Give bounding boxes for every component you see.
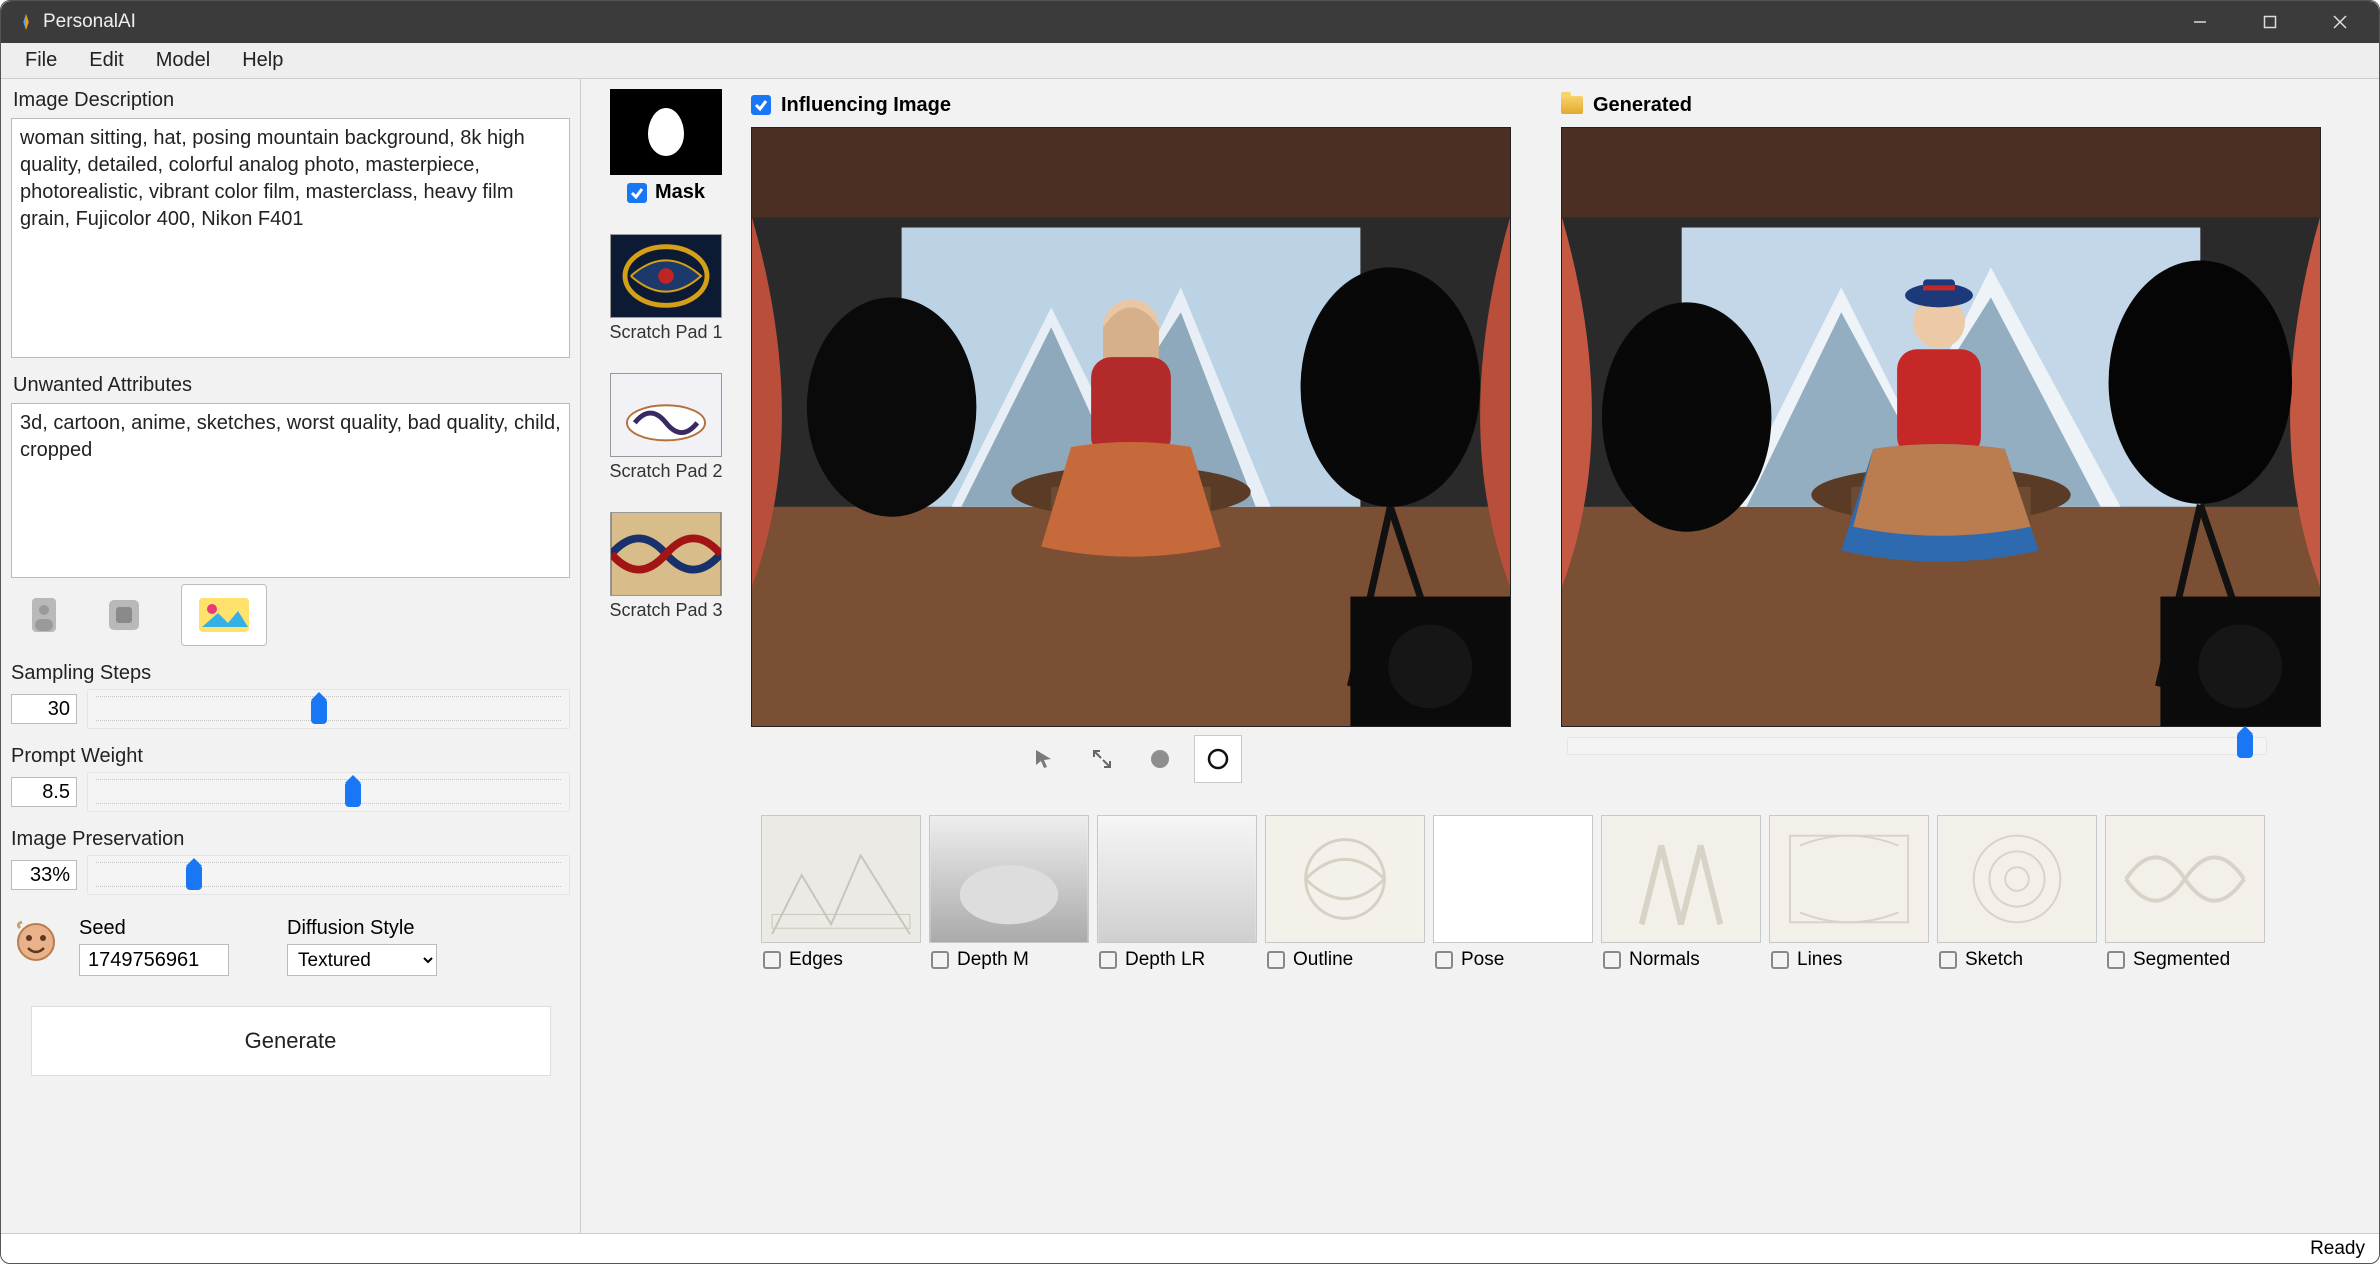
- strip-pose-label: Pose: [1461, 949, 1504, 971]
- seed-input[interactable]: [79, 944, 229, 976]
- scratch-pad-2-thumb[interactable]: [610, 373, 722, 457]
- image-description-label: Image Description: [11, 83, 570, 118]
- prompt-weight-thumb[interactable]: [345, 783, 361, 807]
- scratch-pad-2-label: Scratch Pad 2: [609, 461, 722, 482]
- menu-edit[interactable]: Edit: [73, 43, 139, 78]
- strip-lines-label: Lines: [1797, 949, 1842, 971]
- strip-segmented-checkbox[interactable]: [2107, 951, 2125, 969]
- image-preservation-value[interactable]: [11, 860, 77, 890]
- main-panel: Mask Scratch Pad 1 Scratch Pad 2: [581, 79, 2379, 1233]
- unwanted-attributes-label: Unwanted Attributes: [11, 368, 570, 403]
- generated-image[interactable]: [1561, 127, 2321, 727]
- influencing-tool-row: [751, 735, 1511, 783]
- scratch-pad-3-label: Scratch Pad 3: [609, 600, 722, 621]
- image-description-input[interactable]: woman sitting, hat, posing mountain back…: [11, 118, 570, 358]
- strip-lines-checkbox[interactable]: [1771, 951, 1789, 969]
- generated-variation-slider[interactable]: [1567, 737, 2267, 755]
- left-panel: Image Description woman sitting, hat, po…: [1, 79, 581, 1233]
- generated-label: Generated: [1593, 94, 1692, 117]
- sampling-steps-thumb[interactable]: [311, 700, 327, 724]
- seed-label: Seed: [79, 917, 229, 940]
- strip-outline-thumb[interactable]: [1265, 815, 1425, 943]
- mode-square-button[interactable]: [101, 592, 147, 638]
- mode-row: [11, 578, 570, 656]
- tool-filled-circle[interactable]: [1136, 735, 1184, 783]
- menu-model[interactable]: Model: [140, 43, 226, 78]
- strip-lines-thumb[interactable]: [1769, 815, 1929, 943]
- tool-resize[interactable]: [1078, 735, 1126, 783]
- strip-outline-label: Outline: [1293, 949, 1353, 971]
- influencing-image-label: Influencing Image: [781, 94, 951, 117]
- image-preservation-thumb[interactable]: [186, 866, 202, 890]
- app-icon: [17, 13, 35, 31]
- generated-folder-icon[interactable]: [1561, 96, 1583, 114]
- strip-pose-thumb[interactable]: [1433, 815, 1593, 943]
- mask-checkbox[interactable]: [627, 183, 647, 203]
- influencing-image[interactable]: [751, 127, 1511, 727]
- strip-edges-label: Edges: [789, 949, 843, 971]
- maximize-button[interactable]: [2235, 1, 2305, 43]
- close-button[interactable]: [2305, 1, 2375, 43]
- strip-pose-checkbox[interactable]: [1435, 951, 1453, 969]
- mask-label: Mask: [655, 181, 705, 204]
- app-title: PersonalAI: [43, 11, 136, 33]
- strip-depthm-checkbox[interactable]: [931, 951, 949, 969]
- sampling-steps-value[interactable]: [11, 694, 77, 724]
- diffusion-style-label: Diffusion Style: [287, 917, 437, 940]
- strip-segmented-label: Segmented: [2133, 949, 2230, 971]
- scratch-pad-1-thumb[interactable]: [610, 234, 722, 318]
- titlebar: PersonalAI: [1, 1, 2379, 43]
- menu-help[interactable]: Help: [226, 43, 299, 78]
- image-preservation-label: Image Preservation: [11, 828, 570, 851]
- prompt-weight-slider[interactable]: [87, 772, 570, 812]
- strip-depthm-label: Depth M: [957, 949, 1029, 971]
- strip-edges-checkbox[interactable]: [763, 951, 781, 969]
- strip-depthm-thumb[interactable]: [929, 815, 1089, 943]
- generate-button[interactable]: Generate: [31, 1006, 551, 1076]
- sampling-steps-label: Sampling Steps: [11, 662, 570, 685]
- scratch-pad-1-label: Scratch Pad 1: [609, 322, 722, 343]
- scratch-pad-3-thumb[interactable]: [610, 512, 722, 596]
- strip-normals-thumb[interactable]: [1601, 815, 1761, 943]
- strip-sketch-checkbox[interactable]: [1939, 951, 1957, 969]
- strip-depthlr-thumb[interactable]: [1097, 815, 1257, 943]
- prompt-weight-value[interactable]: [11, 777, 77, 807]
- unwanted-attributes-input[interactable]: 3d, cartoon, anime, sketches, worst qual…: [11, 403, 570, 578]
- prompt-weight-label: Prompt Weight: [11, 745, 570, 768]
- app-window: PersonalAI File Edit Model Help Image De…: [0, 0, 2380, 1264]
- sidebar-thumbs: Mask Scratch Pad 1 Scratch Pad 2: [601, 89, 731, 783]
- menu-file[interactable]: File: [9, 43, 73, 78]
- strip-outline-checkbox[interactable]: [1267, 951, 1285, 969]
- mode-landscape-button[interactable]: [181, 584, 267, 646]
- status-text: Ready: [2310, 1238, 2365, 1260]
- control-strip: Edges Depth M Depth LR Outline Pose: [761, 815, 2359, 971]
- image-preservation-slider[interactable]: [87, 855, 570, 895]
- menubar: File Edit Model Help: [1, 43, 2379, 79]
- sampling-steps-slider[interactable]: [87, 689, 570, 729]
- strip-depthlr-checkbox[interactable]: [1099, 951, 1117, 969]
- statusbar: Ready: [1, 1233, 2379, 1263]
- strip-normals-checkbox[interactable]: [1603, 951, 1621, 969]
- strip-sketch-label: Sketch: [1965, 949, 2023, 971]
- strip-sketch-thumb[interactable]: [1937, 815, 2097, 943]
- diffusion-style-select[interactable]: Textured: [287, 944, 437, 976]
- strip-depthlr-label: Depth LR: [1125, 949, 1205, 971]
- mode-portrait-button[interactable]: [21, 592, 67, 638]
- minimize-button[interactable]: [2165, 1, 2235, 43]
- randomize-seed-button[interactable]: [11, 917, 61, 967]
- strip-edges-thumb[interactable]: [761, 815, 921, 943]
- mask-thumbnail[interactable]: [610, 89, 722, 175]
- strip-normals-label: Normals: [1629, 949, 1700, 971]
- generated-variation-thumb[interactable]: [2237, 734, 2253, 758]
- tool-pointer[interactable]: [1020, 735, 1068, 783]
- tool-empty-circle[interactable]: [1194, 735, 1242, 783]
- strip-segmented-thumb[interactable]: [2105, 815, 2265, 943]
- influencing-image-checkbox[interactable]: [751, 95, 771, 115]
